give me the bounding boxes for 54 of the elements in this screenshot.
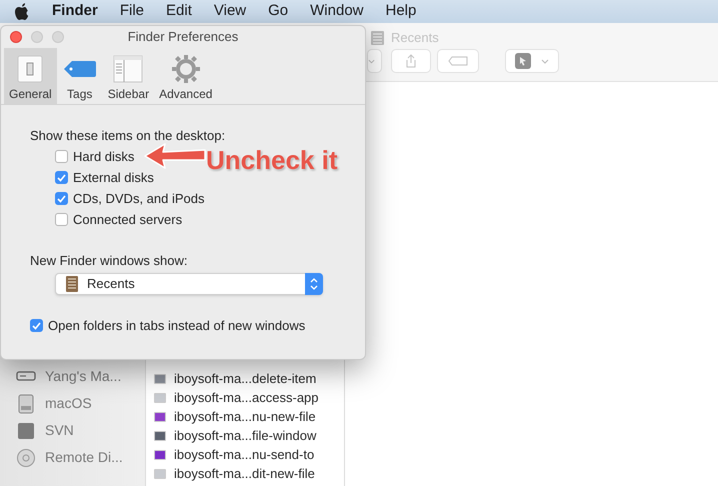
list-icon [370, 30, 385, 46]
checkbox-label: Hard disks [73, 148, 134, 166]
file-name[interactable]: iboysoft-ma...nu-send-to [174, 444, 314, 464]
checkbox-label: Open folders in tabs instead of new windows [48, 316, 306, 335]
minimize-button[interactable] [31, 31, 43, 43]
checkbox-label: External disks [73, 168, 154, 187]
file-name[interactable]: iboysoft-ma...nu-new-file [174, 406, 316, 426]
checkbox[interactable] [55, 213, 68, 226]
disc-icon [16, 448, 36, 468]
stepper-icon [305, 273, 323, 295]
popup-button[interactable]: Recents [55, 273, 323, 295]
volume-icon [16, 420, 36, 440]
annotation-text: Uncheck it [206, 144, 338, 177]
zoom-button[interactable] [52, 31, 64, 43]
dropdown-button[interactable] [367, 49, 382, 73]
arrow-icon [143, 141, 207, 171]
menu-item[interactable]: Go [268, 0, 288, 23]
sidebar-item[interactable]: Remote Di... [45, 447, 123, 468]
menu-item[interactable]: Edit [166, 0, 192, 23]
checkbox-label: Connected servers [73, 210, 182, 229]
checkbox[interactable] [30, 319, 43, 332]
menu-item[interactable]: File [120, 0, 144, 23]
menu-item[interactable]: View [214, 0, 246, 23]
toolbar-tab[interactable]: Sidebar [102, 48, 154, 104]
chevron-down-icon [541, 58, 549, 64]
section-heading: New Finder windows show: [30, 252, 189, 270]
file-name[interactable]: iboysoft-ma...dit-new-file [174, 464, 315, 484]
section-heading: Show these items on the desktop: [30, 127, 226, 145]
toolbar-tab[interactable]: General [4, 48, 57, 104]
drawer-icon [65, 276, 79, 292]
toolbar-tab[interactable]: Advanced [154, 48, 218, 104]
checkbox[interactable] [55, 171, 68, 184]
action-button[interactable] [505, 49, 559, 73]
sidebar-item[interactable]: macOS [45, 393, 92, 414]
close-button[interactable] [10, 31, 22, 43]
menu-item[interactable]: Window [310, 0, 364, 23]
menu-item[interactable]: Help [386, 0, 416, 23]
share-button[interactable] [391, 49, 431, 73]
file-name[interactable]: iboysoft-ma...file-window [174, 426, 316, 446]
tag-icon [448, 56, 468, 66]
file-name[interactable]: iboysoft-ma...delete-item [174, 368, 316, 388]
file-name[interactable]: iboysoft-ma...access-app [174, 388, 319, 408]
checkbox[interactable] [55, 150, 68, 163]
share-icon [405, 54, 417, 68]
checkbox-label: CDs, DVDs, and iPods [73, 190, 204, 208]
checkbox[interactable] [55, 192, 68, 205]
app-menu[interactable]: Finder [52, 0, 98, 23]
popup-value: Recents [87, 275, 135, 294]
tag-button[interactable] [437, 49, 479, 73]
pointer-icon [515, 53, 531, 69]
apple-logo-icon[interactable] [14, 2, 30, 20]
toolbar-tab[interactable]: Tags [56, 48, 103, 104]
window-title: Finder Preferences [128, 28, 238, 46]
chevron-down-icon [368, 58, 375, 64]
